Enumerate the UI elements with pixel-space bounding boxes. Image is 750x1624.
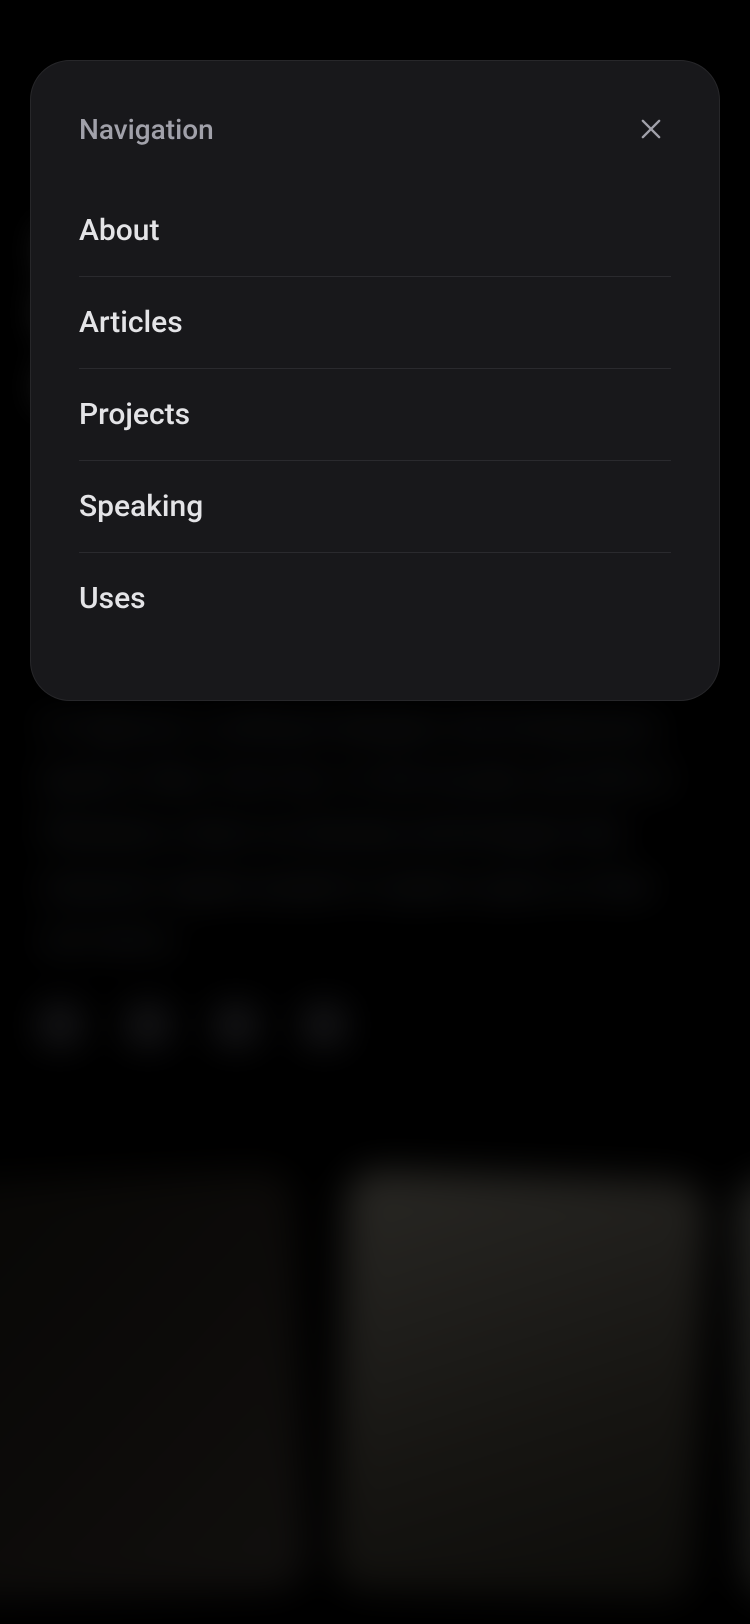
nav-link-about[interactable]: About xyxy=(79,205,671,276)
modal-header: Navigation xyxy=(79,109,671,149)
nav-link-uses[interactable]: Uses xyxy=(79,553,671,644)
modal-title: Navigation xyxy=(79,113,214,146)
close-icon xyxy=(637,115,665,143)
nav-item-projects: Projects xyxy=(79,368,671,460)
close-button[interactable] xyxy=(631,109,671,149)
nav-item-about: About xyxy=(79,205,671,276)
nav-link-projects[interactable]: Projects xyxy=(79,369,671,460)
nav-list: About Articles Projects Speaking Uses xyxy=(79,205,671,644)
nav-link-articles[interactable]: Articles xyxy=(79,277,671,368)
navigation-modal: Navigation About Articles Projects Speak… xyxy=(30,60,720,701)
nav-link-speaking[interactable]: Speaking xyxy=(79,461,671,552)
nav-item-articles: Articles xyxy=(79,276,671,368)
nav-item-speaking: Speaking xyxy=(79,460,671,552)
nav-item-uses: Uses xyxy=(79,552,671,644)
